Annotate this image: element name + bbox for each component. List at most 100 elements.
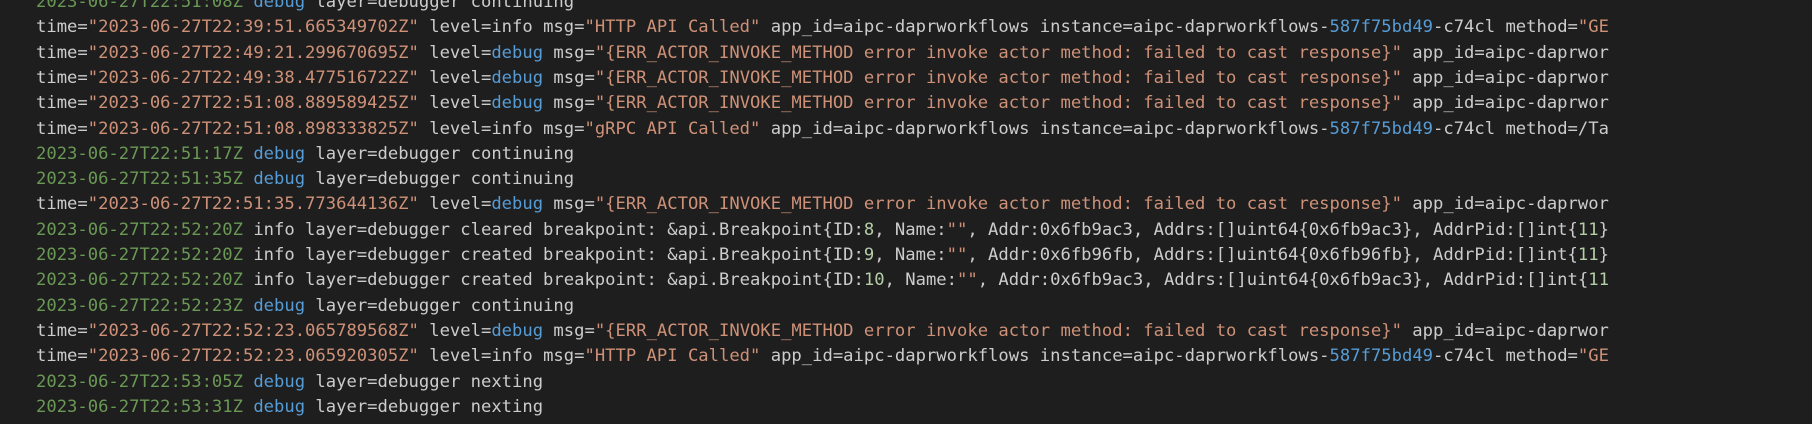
log-segment-plain: , Name:: [884, 270, 957, 291]
log-segment-hash: 587f75bd49: [1329, 17, 1434, 38]
log-segment-plain: , Name:: [874, 219, 947, 240]
log-segment-plain: app_id=aipc-daprworkflows instance=aipc-…: [760, 118, 1330, 139]
log-segment-plain: layer=debugger continuing: [305, 295, 575, 316]
log-segment-string: "": [956, 270, 978, 291]
log-line: 2023-06-27T22:53:05Z debug layer=debugge…: [36, 370, 543, 395]
log-segment-number: 10: [863, 270, 885, 291]
log-segment-plain: app_id=aipc-daprwor: [1401, 194, 1609, 215]
log-line: 2023-06-27T22:53:31Z debug layer=debugge…: [36, 395, 543, 420]
log-segment-string: "2023-06-27T22:52:23.065920305Z": [87, 346, 419, 367]
log-line: 2023-06-27T22:52:23Z debug layer=debugge…: [36, 294, 574, 319]
log-segment-plain: layer=debugger continuing: [305, 0, 575, 12]
log-segment-plain: msg=: [543, 320, 595, 341]
log-line: 2023-06-27T22:51:17Z debug layer=debugge…: [36, 142, 574, 167]
log-segment-plain: time=: [36, 346, 88, 367]
log-segment-hash: 587f75bd49: [1329, 118, 1434, 139]
log-segment-level: debug: [253, 143, 306, 164]
log-segment-time: 2023-06-27T22:53:05Z: [36, 371, 243, 392]
log-segment-plain: layer=debugger nexting: [305, 371, 544, 392]
log-segment-number: 11: [1577, 245, 1599, 265]
log-segment-plain: info layer=debugger created breakpoint: …: [242, 245, 864, 265]
log-line: time="2023-06-27T22:51:08.889589425Z" le…: [36, 91, 1609, 116]
terminal-output[interactable]: 2023-06-27T22:51:08Z debug layer=debugge…: [0, 0, 1812, 424]
log-segment-time: 2023-06-27T22:52:23Z: [36, 295, 243, 316]
log-segment-string: "": [946, 245, 968, 265]
log-segment-plain: [243, 397, 253, 417]
log-segment-plain: app_id=aipc-daprwor: [1401, 67, 1609, 88]
log-segment-plain: , Name:: [874, 245, 947, 265]
log-segment-string: "": [946, 219, 968, 240]
log-segment-plain: app_id=aipc-daprworkflows instance=aipc-…: [760, 346, 1330, 367]
log-segment-string: "2023-06-27T22:51:08.898333825Z": [87, 118, 419, 139]
log-segment-plain: msg=: [543, 194, 595, 215]
log-segment-plain: [243, 372, 253, 392]
log-segment-plain: time=: [36, 194, 88, 215]
log-segment-time: 2023-06-27T22:52:20Z: [36, 270, 243, 291]
log-segment-string: "2023-06-27T22:51:35.773644136Z": [87, 194, 419, 215]
log-segment-number: 11: [1577, 219, 1599, 240]
log-segment-plain: time=: [36, 17, 88, 38]
log-segment-string: "2023-06-27T22:52:23.065789568Z": [87, 320, 419, 341]
log-segment-level: debug: [491, 194, 544, 215]
log-segment-plain: info layer=debugger created breakpoint: …: [242, 270, 864, 291]
log-segment-string: "{ERR_ACTOR_INVOKE_METHOD error invoke a…: [594, 67, 1402, 88]
log-segment-string: "{ERR_ACTOR_INVOKE_METHOD error invoke a…: [594, 93, 1402, 114]
log-segment-number: 9: [863, 245, 875, 265]
log-segment-plain: time=: [36, 320, 88, 341]
log-segment-time: 2023-06-27T22:51:17Z: [36, 143, 243, 164]
log-segment-plain: time=: [36, 67, 88, 88]
log-segment-plain: app_id=aipc-daprworkflows instance=aipc-…: [760, 17, 1330, 38]
log-segment-string: "GE: [1577, 17, 1609, 38]
log-segment-time: 2023-06-27T22:52:20Z: [36, 219, 243, 240]
log-line: time="2023-06-27T22:52:23.065789568Z" le…: [36, 319, 1609, 344]
log-segment-string: "{ERR_ACTOR_INVOKE_METHOD error invoke a…: [594, 42, 1402, 63]
log-segment-plain: time=: [36, 42, 88, 63]
log-segment-level: debug: [491, 93, 544, 114]
log-segment-plain: , Addr:0x6fb9ac3, Addrs:[]uint64{0x6fb9a…: [977, 270, 1589, 291]
log-segment-plain: , Addr:0x6fb9ac3, Addrs:[]uint64{0x6fb9a…: [967, 219, 1578, 240]
log-segment-plain: msg=: [543, 93, 595, 114]
log-line: 2023-06-27T22:52:20Z info layer=debugger…: [36, 218, 1609, 243]
log-segment-hash: 587f75bd49: [1329, 346, 1434, 367]
log-line: time="2023-06-27T22:49:38.477516722Z" le…: [36, 66, 1609, 91]
log-segment-time: 2023-06-27T22:52:20Z: [36, 245, 243, 265]
log-segment-level: debug: [253, 396, 306, 417]
log-line: time="2023-06-27T22:51:35.773644136Z" le…: [36, 192, 1609, 217]
log-segment-plain: [243, 296, 253, 316]
terminal-scrollbar[interactable]: [1798, 0, 1812, 424]
log-segment-plain: info layer=debugger cleared breakpoint: …: [242, 219, 864, 240]
log-segment-plain: [243, 169, 253, 189]
log-segment-plain: }: [1598, 219, 1609, 240]
log-line: time="2023-06-27T22:39:51.665349702Z" le…: [36, 15, 1609, 40]
log-line: time="2023-06-27T22:52:23.065920305Z" le…: [36, 344, 1609, 369]
log-segment-plain: time=: [36, 118, 88, 139]
log-segment-level: debug: [491, 67, 544, 88]
log-segment-string: "2023-06-27T22:51:08.889589425Z": [87, 93, 419, 114]
log-segment-string: "2023-06-27T22:49:38.477516722Z": [87, 67, 419, 88]
log-segment-plain: [243, 144, 253, 164]
log-segment-plain: level=: [418, 42, 492, 63]
log-segment-plain: layer=debugger continuing: [305, 169, 575, 190]
log-segment-string: "2023-06-27T22:49:21.299670695Z": [87, 42, 419, 63]
log-segment-plain: msg=: [543, 42, 595, 63]
log-segment-plain: time=: [36, 93, 88, 114]
log-segment-string: "HTTP API Called": [584, 17, 761, 38]
log-segment-level: debug: [253, 295, 306, 316]
log-line: 2023-06-27T22:52:20Z info layer=debugger…: [36, 268, 1609, 293]
log-line: time="2023-06-27T22:51:08.898333825Z" le…: [36, 117, 1609, 142]
log-segment-time: 2023-06-27T22:51:35Z: [36, 169, 243, 190]
log-segment-number: 8: [863, 219, 875, 240]
log-segment-level: debug: [253, 371, 306, 392]
log-segment-plain: level=: [418, 93, 492, 114]
log-segment-time: 2023-06-27T22:51:08Z: [36, 0, 243, 12]
log-segment-plain: layer=debugger nexting: [305, 396, 544, 417]
log-segment-level: debug: [491, 320, 544, 341]
log-segment-string: "HTTP API Called": [584, 346, 761, 367]
log-segment-plain: level=info msg=: [418, 118, 585, 139]
log-segment-plain: }: [1598, 245, 1609, 265]
log-segment-string: "{ERR_ACTOR_INVOKE_METHOD error invoke a…: [594, 194, 1402, 215]
log-line: time="2023-06-27T22:49:21.299670695Z" le…: [36, 41, 1609, 66]
log-segment-level: debug: [491, 42, 544, 63]
log-segment-number: 11: [1588, 270, 1609, 291]
log-segment-plain: level=: [418, 194, 492, 215]
